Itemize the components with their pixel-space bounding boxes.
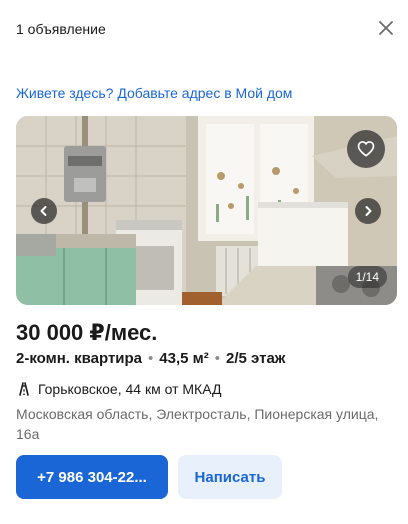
show-phone-button[interactable]: +7 986 304-22... xyxy=(16,455,168,499)
listing-price: 30 000 ₽/мес. xyxy=(16,320,158,345)
next-photo-button[interactable] xyxy=(355,198,381,224)
separator-dot: • xyxy=(148,350,154,367)
listing-address: Московская область, Электросталь, Пионер… xyxy=(16,406,379,442)
header: 1 объявление xyxy=(0,0,408,56)
highway-icon xyxy=(16,381,32,397)
listing-photo-gallery[interactable]: 1/14 xyxy=(16,116,397,305)
favorite-button[interactable] xyxy=(347,130,385,168)
close-icon xyxy=(379,21,393,35)
results-count: 1 объявление xyxy=(16,21,106,37)
area-label: 43,5 м² xyxy=(159,350,209,367)
photo-counter: 1/14 xyxy=(347,266,387,288)
add-address-link[interactable]: Живете здесь? Добавьте адрес в Мой дом xyxy=(16,84,292,102)
listing-photo xyxy=(16,116,397,305)
close-button[interactable] xyxy=(372,14,400,42)
chevron-right-icon xyxy=(365,206,372,216)
separator-dot: • xyxy=(214,350,220,367)
chevron-left-icon xyxy=(40,206,47,216)
heart-outline-icon xyxy=(357,141,375,157)
route-label: Горьковское, 44 км от МКАД xyxy=(38,381,222,397)
listing-params: 2-комн. квартира • 43,5 м² • 2/5 этаж xyxy=(16,350,285,368)
write-message-button[interactable]: Написать xyxy=(178,455,282,499)
floor-label: 2/5 этаж xyxy=(226,350,286,367)
rooms-label: 2-комн. квартира xyxy=(16,350,143,367)
previous-photo-button[interactable] xyxy=(31,198,57,224)
route-info: Горьковское, 44 км от МКАД xyxy=(16,380,221,398)
